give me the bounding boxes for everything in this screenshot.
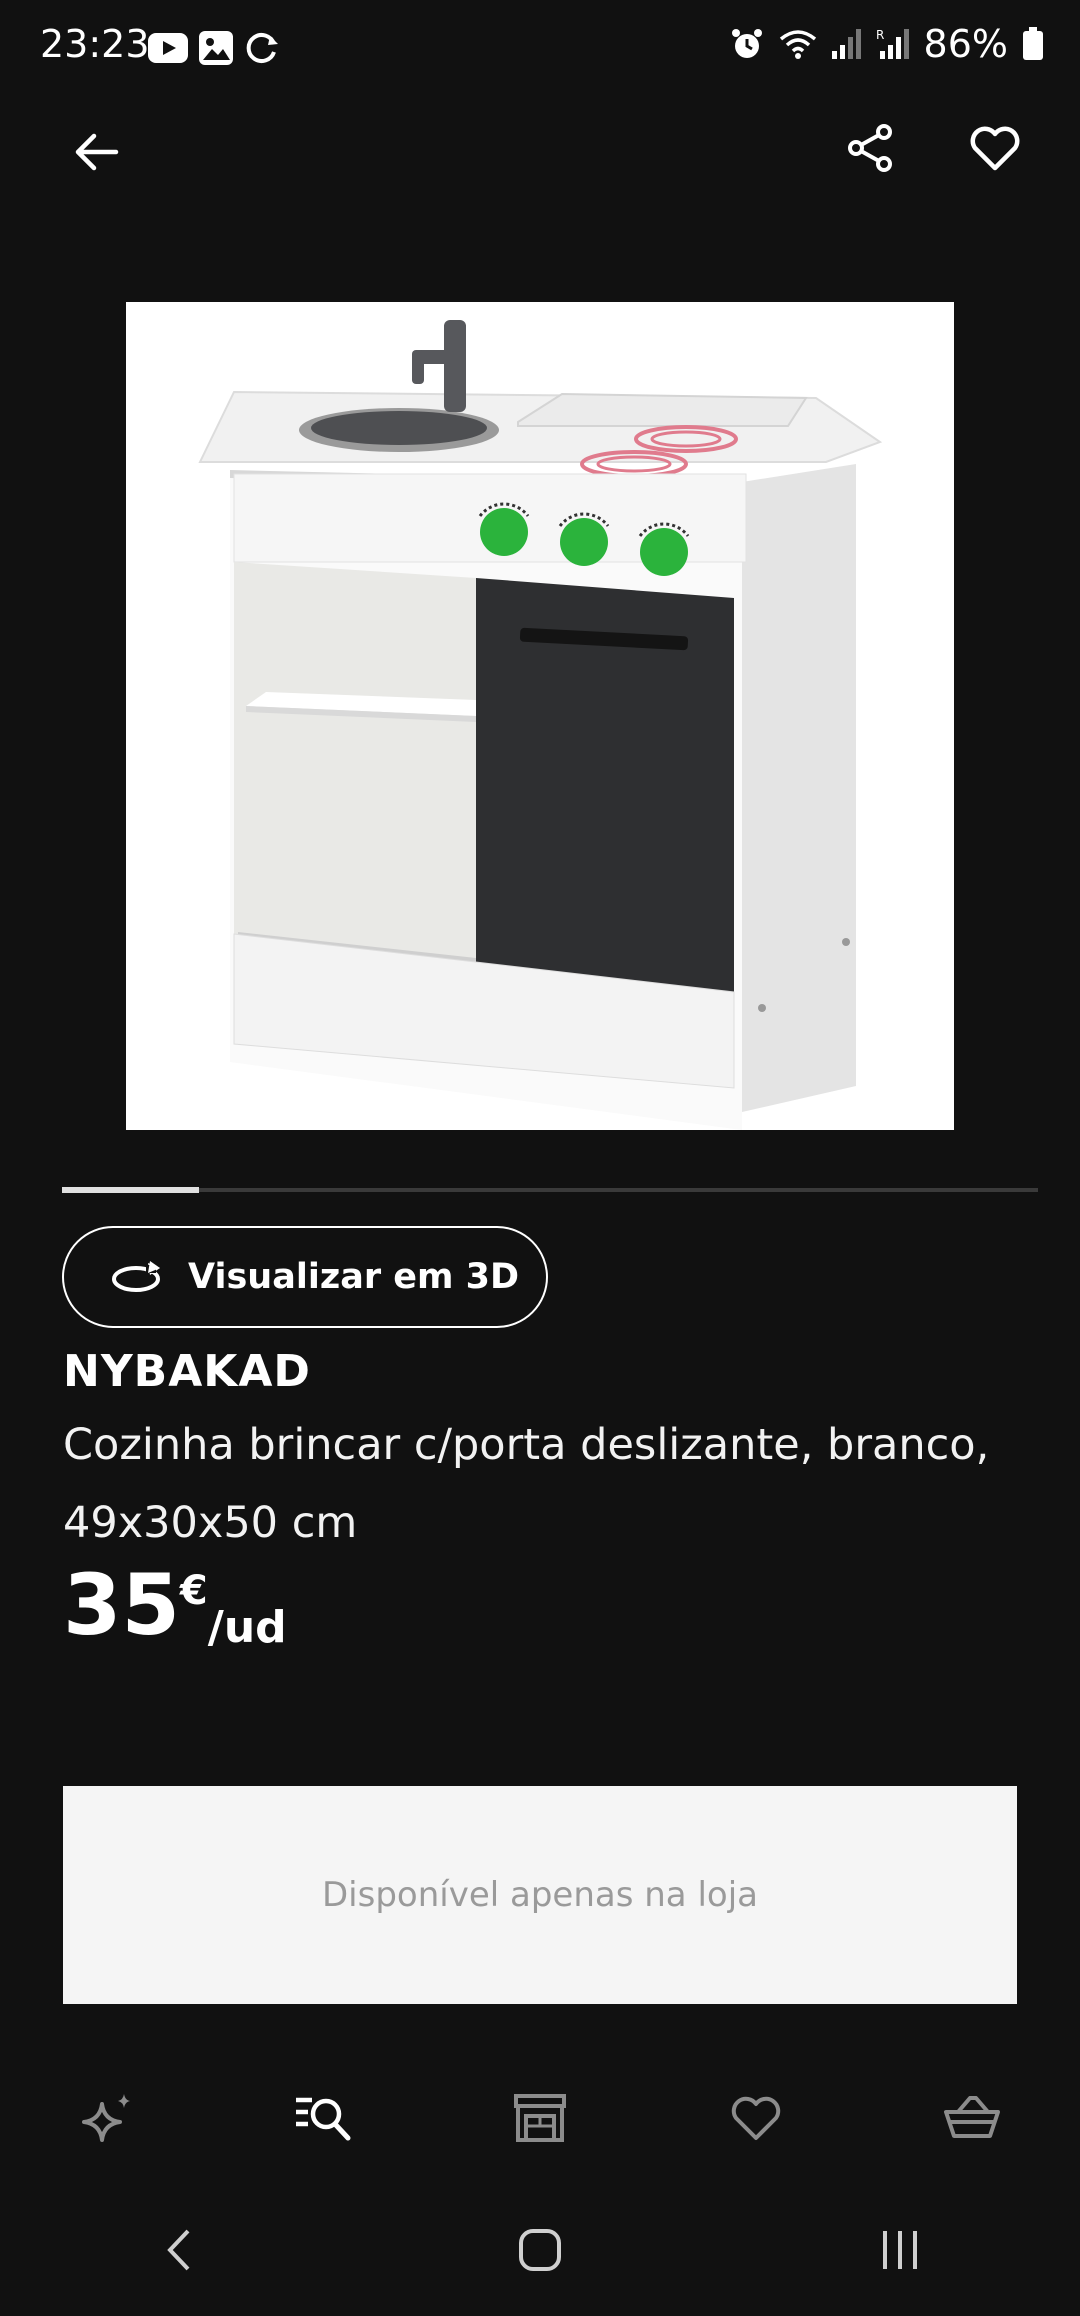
availability-text: Disponível apenas na loja bbox=[322, 1875, 758, 1915]
basket-icon bbox=[944, 2096, 1000, 2138]
system-home-button[interactable] bbox=[495, 2210, 585, 2290]
share-icon bbox=[848, 124, 892, 172]
store-icon bbox=[514, 2094, 566, 2142]
home-square-icon bbox=[519, 2229, 561, 2271]
nav-favourites[interactable] bbox=[711, 2073, 801, 2163]
status-time: 23:23 bbox=[40, 22, 150, 66]
youtube-icon bbox=[148, 33, 188, 63]
sparkle-icon bbox=[82, 2094, 130, 2142]
nav-basket[interactable] bbox=[927, 2073, 1017, 2163]
nav-search[interactable] bbox=[279, 2073, 369, 2163]
price-unit: /ud bbox=[207, 1602, 287, 1653]
wifi-icon bbox=[779, 30, 816, 59]
product-name: NYBAKAD bbox=[63, 1346, 311, 1397]
recents-icon bbox=[883, 2231, 917, 2269]
price-amount: 35 bbox=[63, 1556, 180, 1654]
heart-outline-icon bbox=[970, 126, 1020, 171]
status-left-icons bbox=[148, 30, 280, 66]
heart-icon bbox=[731, 2096, 781, 2140]
system-navigation bbox=[0, 2210, 1080, 2290]
system-back-button[interactable] bbox=[135, 2210, 225, 2290]
product-price: 35 € /ud bbox=[63, 1560, 287, 1653]
carousel-progress bbox=[62, 1187, 199, 1193]
battery-icon bbox=[1023, 27, 1043, 60]
chevron-left-icon bbox=[167, 2229, 190, 2271]
status-right-icons: R 86% bbox=[730, 22, 1044, 66]
rotate-3d-icon bbox=[112, 1261, 160, 1292]
signal-icon bbox=[831, 29, 861, 59]
availability-banner: Disponível apenas na loja bbox=[63, 1786, 1017, 2004]
nav-store[interactable] bbox=[495, 2073, 585, 2163]
nav-inspiration[interactable] bbox=[63, 2073, 153, 2163]
back-button[interactable] bbox=[56, 112, 136, 192]
arrow-left-icon bbox=[75, 133, 119, 171]
system-recents-button[interactable] bbox=[855, 2210, 945, 2290]
battery-percent: 86% bbox=[923, 22, 1008, 66]
product-image[interactable] bbox=[126, 302, 954, 1130]
search-list-icon bbox=[296, 2097, 351, 2141]
product-description: Cozinha brincar c/porta deslizante, bran… bbox=[63, 1420, 990, 1548]
status-bar: 23:23 R 86% bbox=[0, 0, 1080, 95]
signal-r-icon: R bbox=[876, 28, 909, 59]
view-3d-button[interactable]: Visualizar em 3D bbox=[62, 1226, 548, 1328]
gallery-icon bbox=[199, 31, 233, 65]
alarm-icon bbox=[731, 29, 762, 58]
play-kitchen-illustration bbox=[198, 320, 883, 1130]
image-carousel-indicator bbox=[62, 1187, 1038, 1193]
favorite-button[interactable] bbox=[955, 108, 1035, 188]
price-currency: € bbox=[179, 1568, 208, 1614]
bottom-navigation bbox=[0, 2072, 1080, 2164]
svg-text:R: R bbox=[876, 28, 884, 42]
view-3d-label: Visualizar em 3D bbox=[188, 1257, 520, 1297]
sync-icon bbox=[246, 33, 278, 63]
share-button[interactable] bbox=[830, 108, 910, 188]
